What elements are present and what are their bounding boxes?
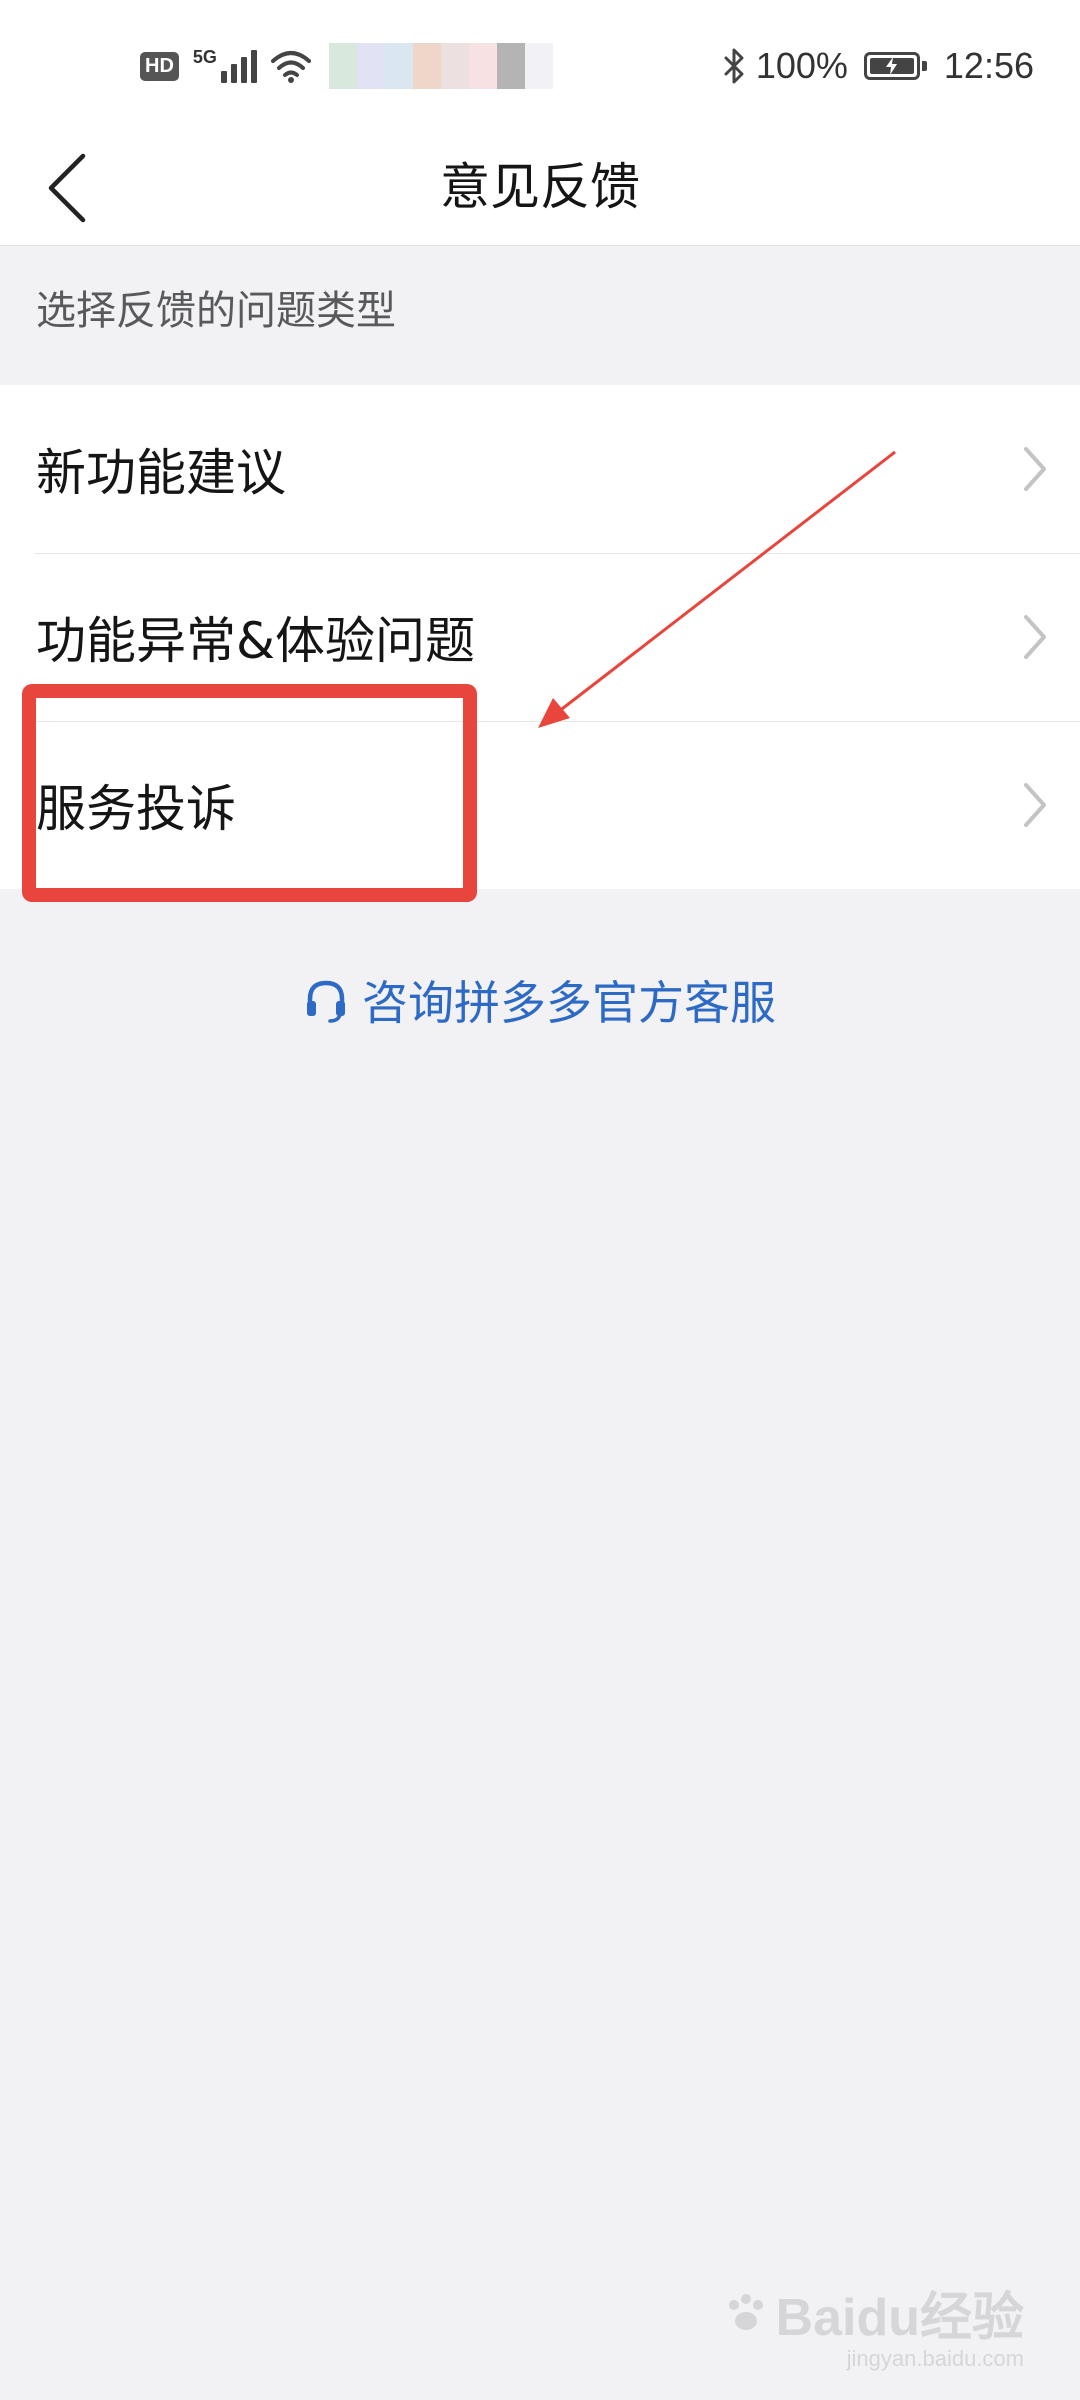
headset-icon — [307, 980, 345, 1023]
list-item-new-feature[interactable]: 新功能建议 — [0, 385, 1080, 553]
signal-icon — [220, 49, 257, 83]
status-right: 100% 12:56 — [722, 40, 1034, 92]
list-item-label: 新功能建议 — [36, 444, 286, 502]
wifi-icon — [270, 51, 311, 83]
watermark-logo: Baidu经验 — [724, 2275, 1024, 2350]
chevron-right-icon — [1024, 783, 1046, 827]
list-item-bug-experience[interactable]: 功能异常&体验问题 — [0, 553, 1080, 721]
list-item-service-complaint[interactable]: 服务投诉 — [0, 721, 1080, 889]
arrow-icon — [538, 450, 896, 728]
hd-badge: HD — [140, 51, 179, 81]
nav-bar: 意见反馈 — [0, 130, 1080, 246]
battery-percent: 100% — [755, 45, 848, 86]
section-header: 选择反馈的问题类型 — [36, 288, 396, 334]
status-bar: HD 5G 100% 12:56 — [0, 0, 1080, 130]
battery-charging-icon — [863, 52, 927, 80]
screen: HD 5G 100% 12:56 意见反馈 选择反馈的问题类型 新功能建议 功能… — [0, 0, 1080, 2400]
watermark: Baidu经验 jingyan.baidu.com — [724, 2275, 1024, 2372]
chevron-right-icon — [1024, 447, 1046, 491]
customer-service-link[interactable]: 咨询拼多多官方客服 — [0, 962, 1080, 1038]
feedback-type-list: 新功能建议 功能异常&体验问题 服务投诉 — [0, 385, 1080, 889]
paw-icon — [728, 2293, 763, 2330]
page-title: 意见反馈 — [440, 158, 640, 216]
customer-service-label: 咨询拼多多官方客服 — [362, 976, 776, 1030]
watermark-brand: Baidu经验 — [775, 2289, 1024, 2347]
back-button[interactable] — [22, 140, 112, 235]
status-time: 12:56 — [943, 45, 1034, 86]
notification-icons — [328, 42, 553, 90]
bluetooth-icon — [724, 48, 744, 84]
list-item-label: 服务投诉 — [36, 780, 236, 838]
chevron-left-icon — [48, 153, 86, 222]
watermark-url: jingyan.baidu.com — [846, 2346, 1024, 2371]
chevron-right-icon — [1024, 615, 1046, 659]
status-left: HD 5G — [140, 42, 553, 90]
list-item-label: 功能异常&体验问题 — [36, 612, 475, 670]
network-type-label: 5G — [192, 46, 217, 67]
